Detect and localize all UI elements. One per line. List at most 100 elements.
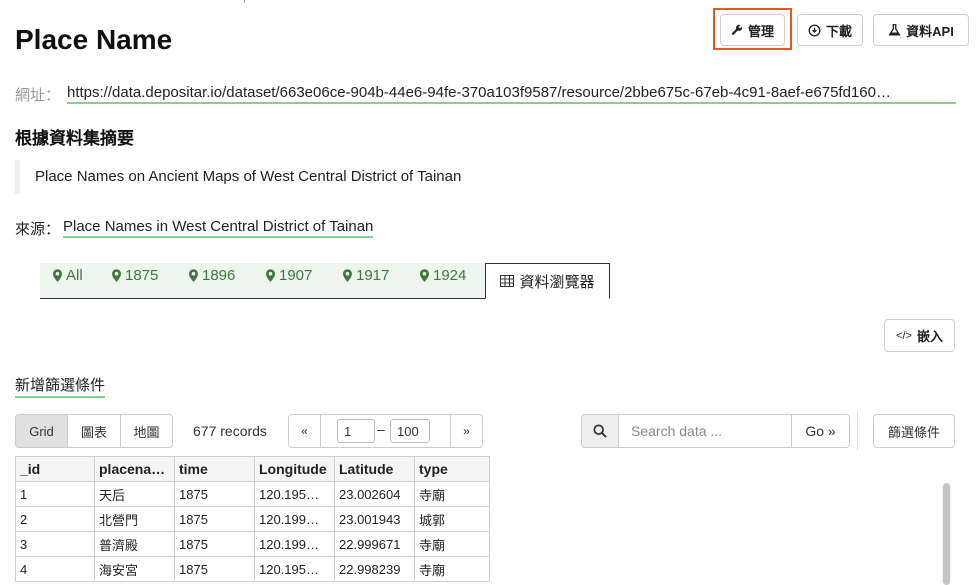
tab-label: 1917 (356, 267, 390, 284)
data-api-label: 資料API (906, 23, 954, 39)
tab-label: 1875 (125, 267, 159, 284)
table-cell: 2 (15, 506, 95, 532)
embed-label: 嵌入 (916, 329, 943, 344)
download-button[interactable]: 下載 (797, 14, 863, 46)
tab-1907[interactable]: 1907 (266, 267, 312, 284)
map-marker-icon (112, 269, 121, 282)
manage-button[interactable]: 管理 (720, 14, 785, 46)
search-icon (593, 424, 607, 438)
table-cell: 1 (15, 481, 95, 507)
top-divider (244, 0, 245, 3)
view-tabs: All 1875 1896 1907 1917 1924 資料瀏覽器 (40, 263, 610, 299)
manage-highlight: 管理 (713, 8, 792, 50)
table-row[interactable]: 4 海安宮 1875 120.195… 22.998239 寺廟 (15, 556, 490, 582)
table-cell: 城郭 (414, 506, 490, 532)
add-filter-link[interactable]: 新增篩選條件 (15, 374, 106, 398)
table-cell: 22.998239 (334, 556, 415, 582)
map-marker-icon (53, 269, 62, 282)
graph-view-button[interactable]: 圖表 (67, 414, 121, 448)
grid-view-button[interactable]: Grid (15, 414, 68, 448)
summary-heading: 根據資料集摘要 (15, 129, 134, 148)
tab-1896[interactable]: 1896 (189, 267, 235, 284)
tab-1875[interactable]: 1875 (112, 267, 158, 284)
table-cell: 普濟殿 (94, 531, 175, 557)
table-cell: 寺廟 (414, 556, 490, 582)
manage-label: 管理 (747, 23, 774, 39)
pager-prev-button[interactable]: « (289, 415, 321, 447)
tab-1917[interactable]: 1917 (343, 267, 389, 284)
record-count: 677 records (193, 423, 267, 439)
table-cell: 海安宮 (94, 556, 175, 582)
source-label: 來源： (15, 221, 61, 238)
tab-all[interactable]: All (53, 267, 83, 284)
code-icon: </> (896, 329, 912, 342)
pager: « – » (288, 414, 483, 448)
column-header[interactable]: _id (15, 456, 95, 482)
map-view-button[interactable]: 地圖 (120, 414, 173, 448)
embed-button[interactable]: </> 嵌入 (884, 319, 955, 352)
tab-data-explorer[interactable]: 資料瀏覽器 (485, 263, 610, 299)
table-cell: 天后 (94, 481, 175, 507)
column-header[interactable]: time (174, 456, 255, 482)
table-cell: 4 (15, 556, 95, 582)
table-icon (500, 275, 515, 287)
pager-from-input[interactable] (337, 419, 375, 443)
table-cell: 寺廟 (414, 481, 490, 507)
url-label: 網址： (15, 87, 61, 104)
table-cell: 1875 (174, 481, 255, 507)
search-icon-addon (581, 414, 619, 448)
tab-label: 資料瀏覽器 (519, 273, 595, 291)
scrollbar-thumb[interactable] (943, 483, 950, 585)
tab-label: 1924 (433, 267, 467, 284)
table-row[interactable]: 3 普濟殿 1875 120.199… 22.999671 寺廟 (15, 531, 490, 557)
map-marker-icon (189, 269, 198, 282)
resource-url-link[interactable]: https://data.depositar.io/dataset/663e06… (67, 84, 956, 104)
table-cell: 3 (15, 531, 95, 557)
table-cell: 寺廟 (414, 531, 490, 557)
filters-button[interactable]: 篩選條件 (873, 414, 955, 448)
table-cell: 1875 (174, 531, 255, 557)
search-group: Go » (581, 414, 850, 448)
table-cell: 1875 (174, 506, 255, 532)
table-cell: 23.001943 (334, 506, 415, 532)
summary-text: Place Names on Ancient Maps of West Cent… (35, 168, 462, 185)
grid-scrollbar[interactable] (942, 483, 951, 585)
map-marker-icon (420, 269, 429, 282)
search-go-button[interactable]: Go » (792, 414, 850, 448)
table-cell: 北營門 (94, 506, 175, 532)
page-title: Place Name (15, 24, 173, 55)
map-marker-icon (343, 269, 352, 282)
table-header-row: _id placena… time Longitude Latitude typ… (15, 456, 490, 482)
table-cell: 1875 (174, 556, 255, 582)
map-marker-icon (266, 269, 275, 282)
tab-1924[interactable]: 1924 (420, 267, 466, 284)
tab-label: 1907 (279, 267, 313, 284)
column-header[interactable]: type (414, 456, 490, 482)
column-header[interactable]: Latitude (334, 456, 415, 482)
table-cell: 22.999671 (334, 531, 415, 557)
download-circle-icon (808, 24, 821, 36)
table-cell: 120.199… (254, 531, 335, 557)
summary-blockquote: Place Names on Ancient Maps of West Cent… (15, 160, 915, 194)
table-cell: 120.195… (254, 556, 335, 582)
table-cell: 120.195… (254, 481, 335, 507)
source-link[interactable]: Place Names in West Central District of … (63, 218, 374, 238)
table-row[interactable]: 1 天后 1875 120.195… 23.002604 寺廟 (15, 481, 490, 507)
wrench-icon (731, 24, 743, 35)
column-header[interactable]: placena… (94, 456, 175, 482)
tab-label: 1896 (202, 267, 236, 284)
pager-dash: – (377, 421, 385, 437)
tab-label: All (66, 267, 83, 284)
table-cell: 23.002604 (334, 481, 415, 507)
column-header[interactable]: Longitude (254, 456, 335, 482)
view-switch-group: Grid 圖表 地圖 (15, 414, 173, 448)
table-row[interactable]: 2 北營門 1875 120.199… 23.001943 城郭 (15, 506, 490, 532)
data-api-button[interactable]: 資料API (873, 14, 969, 46)
toolbar-divider (857, 412, 858, 450)
download-label: 下載 (825, 23, 852, 39)
search-input[interactable] (619, 414, 792, 448)
pager-to-input[interactable] (390, 419, 430, 443)
pager-next-button[interactable]: » (450, 415, 482, 447)
table-cell: 120.199… (254, 506, 335, 532)
flask-icon (888, 24, 901, 36)
